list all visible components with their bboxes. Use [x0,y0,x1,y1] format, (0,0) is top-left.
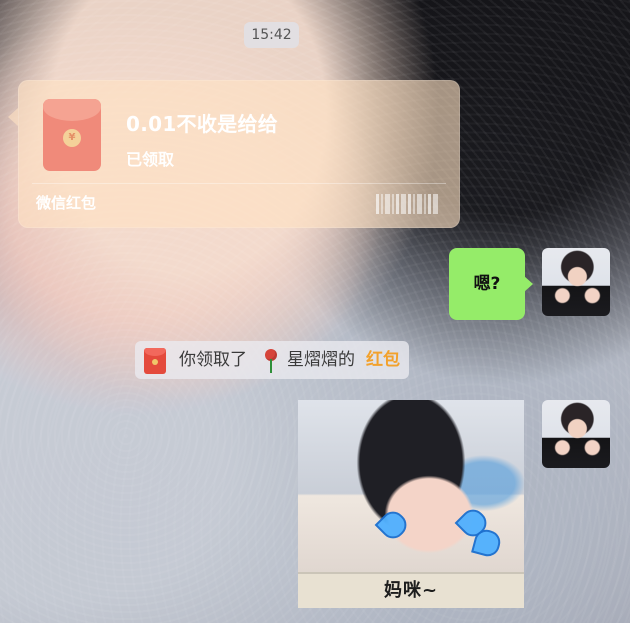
avatar[interactable] [542,400,610,468]
message-text: 嗯? [473,274,501,294]
red-packet-footer-label: 微信红包 [36,194,97,212]
notice-prefix: 你领取了 [179,350,247,370]
envelope-flap [43,99,101,121]
red-packet-status: 已领取 [126,150,175,169]
system-notice: 你领取了 星熠熠的 红包 [135,341,409,379]
coin-icon: ¥ [63,129,81,147]
sticker-message[interactable]: 妈咪~ [298,400,524,608]
notice-red-packet-link[interactable]: 红包 [366,341,400,379]
red-packet-divider [32,183,446,184]
rose-icon [263,349,279,373]
rose-stem [270,359,272,373]
red-packet-card[interactable]: ¥ 0.01不收是给给 已领取 微信红包 [8,80,460,228]
tear-icon [374,506,412,544]
message-bubble-text[interactable]: 嗯? [449,248,533,320]
sticker-caption: 妈咪~ [383,580,439,601]
red-packet-title: 0.01不收是给给 [126,112,279,136]
bubble-tail [524,276,533,292]
red-packet-icon [144,348,166,374]
chat-timestamp: 15:42 [244,22,299,48]
blurred-logo-icon [376,194,442,214]
notice-sender-name: 星熠熠的 [287,350,355,370]
sticker-caption-bar: 妈咪~ [298,572,524,608]
bubble-tail [8,108,18,126]
red-packet-icon: ¥ [43,99,101,171]
avatar[interactable] [542,248,610,316]
